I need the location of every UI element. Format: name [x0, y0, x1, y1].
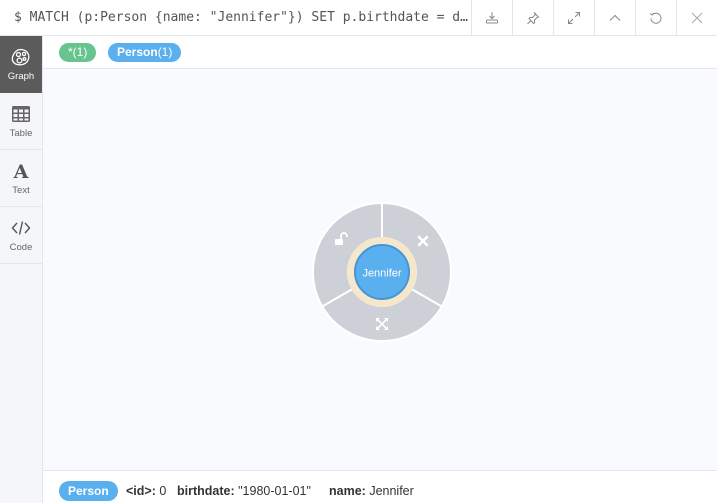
query-prompt: $: [14, 10, 22, 25]
property-birthdate: birthdate: "1980-01-01": [177, 484, 311, 498]
collapse-button[interactable]: [594, 0, 635, 35]
svg-text:A: A: [13, 161, 29, 181]
property-key: name:: [329, 484, 366, 498]
sidebar-label-code: Code: [9, 241, 33, 253]
property-value: Jennifer: [369, 484, 414, 498]
close-icon: [691, 12, 703, 23]
property-name: name: Jennifer: [329, 484, 414, 498]
property-value: 0: [159, 484, 167, 498]
code-icon: [11, 220, 31, 235]
property-key: <id>:: [126, 484, 156, 498]
graph-icon: [11, 48, 30, 65]
footer-label-tag[interactable]: Person: [59, 481, 118, 501]
all-nodes-tag-label: *(1): [68, 45, 88, 59]
expand-icon: [568, 11, 580, 24]
property-value: "1980-01-01": [238, 484, 311, 498]
rerun-button[interactable]: [635, 0, 676, 35]
node-caption: Jennifer: [362, 268, 401, 280]
download-button[interactable]: [471, 0, 512, 35]
person-tag-name: Person: [117, 45, 158, 59]
pin-icon: [527, 11, 540, 24]
pin-button[interactable]: [512, 0, 553, 35]
graph-canvas[interactable]: Jennifer: [43, 69, 717, 470]
sidebar-item-code[interactable]: Code: [0, 207, 42, 264]
graph-svg: Jennifer: [312, 201, 452, 342]
property-id: <id>: 0: [126, 484, 166, 498]
fullscreen-button[interactable]: [553, 0, 594, 35]
sidebar-item-text[interactable]: A Text: [0, 150, 42, 207]
person-tag-count: (1): [157, 45, 173, 59]
table-icon: [12, 105, 30, 122]
view-sidebar: Graph Table A Text Code: [0, 36, 43, 503]
sidebar-label-text: Text: [12, 184, 30, 196]
refresh-icon: [649, 12, 662, 24]
footer-label-text: Person: [68, 484, 109, 498]
text-icon: A: [13, 161, 29, 181]
query-content: MATCH (p:Person {name: "Jennifer"}) SET …: [29, 10, 468, 25]
sidebar-item-graph[interactable]: Graph: [0, 36, 42, 93]
chevron-up-icon: [609, 14, 621, 21]
person-label-tag[interactable]: Person(1): [108, 43, 182, 62]
query-text[interactable]: $ MATCH (p:Person {name: "Jennifer"}) SE…: [14, 0, 474, 36]
label-tag-bar: *(1) Person(1): [43, 36, 717, 69]
sidebar-label-table: Table: [9, 127, 33, 139]
all-nodes-tag[interactable]: *(1): [59, 43, 97, 62]
property-key: birthdate:: [177, 484, 235, 498]
close-button[interactable]: [676, 0, 717, 35]
download-icon: [486, 11, 498, 23]
sidebar-item-table[interactable]: Table: [0, 93, 42, 150]
query-bar: $ MATCH (p:Person {name: "Jennifer"}) SE…: [0, 0, 717, 36]
node-properties-bar: Person <id>: 0 birthdate: "1980-01-01" n…: [43, 470, 717, 503]
sidebar-label-graph: Graph: [7, 70, 35, 82]
